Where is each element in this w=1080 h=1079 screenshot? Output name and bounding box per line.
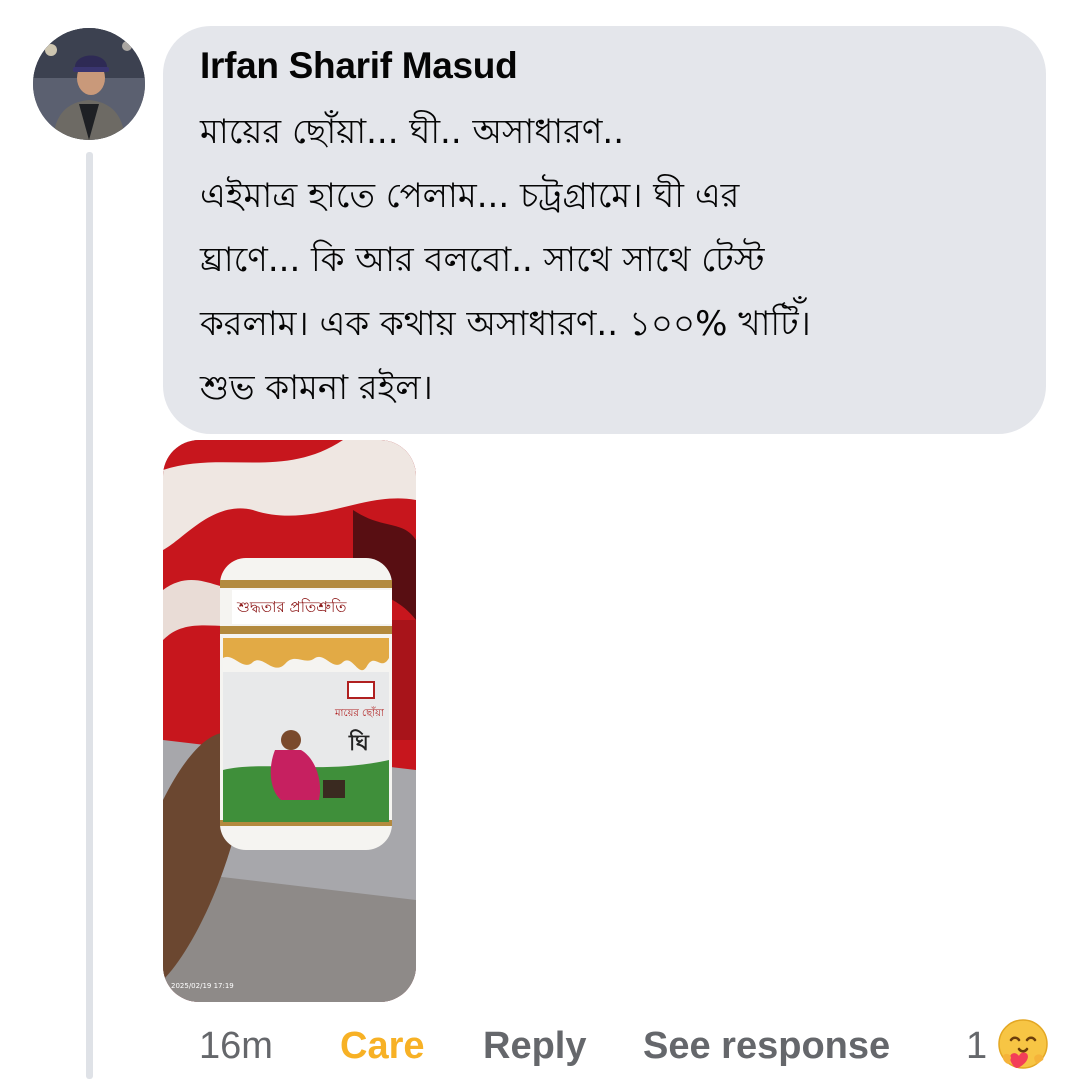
reply-button[interactable]: Reply: [483, 1022, 586, 1070]
see-response-button[interactable]: See response: [643, 1022, 890, 1070]
author-name[interactable]: Irfan Sharif Masud: [200, 44, 1018, 88]
comment-bubble: Irfan Sharif Masud মায়ের ছোঁয়া... ঘী..…: [163, 26, 1046, 434]
jar-label-text: শুদ্ধতার প্রতিশ্রুতি: [236, 598, 347, 616]
comment-time: 16m: [199, 1025, 273, 1067]
comment-line-4: করলাম। এক কথায় অসাধারণ.. ১০০% খাটিঁ।: [200, 304, 811, 344]
thread-line: [86, 152, 93, 1079]
care-reaction-button[interactable]: Care: [340, 1022, 425, 1070]
comment-line-5: শুভ কামনা রইল।: [200, 368, 433, 408]
avatar-photo: [33, 28, 145, 140]
comment-line-1: মায়ের ছোঁয়া... ঘী.. অসাধারণ..: [200, 112, 625, 152]
jar-product-text: ঘি: [348, 729, 370, 756]
attached-photo[interactable]: শুদ্ধতার প্রতিশ্রুতি মায়ের ছোঁয়া ঘি 20…: [163, 440, 416, 1002]
photo-timestamp: 2025/02/19 17:19: [171, 982, 234, 990]
ghee-jar-photo: শুদ্ধতার প্রতিশ্রুতি মায়ের ছোঁয়া ঘি 20…: [163, 440, 416, 1002]
comment-screen: Irfan Sharif Masud মায়ের ছোঁয়া... ঘী..…: [0, 0, 1080, 1079]
reaction-count[interactable]: 1: [966, 1022, 987, 1070]
jar-brand-text: মায়ের ছোঁয়া: [334, 706, 385, 719]
avatar[interactable]: [33, 28, 145, 140]
comment-line-3: ঘ্রাণে... কি আর বলবো.. সাথে সাথে টেস্ট: [200, 240, 765, 280]
comment-actions: 16m Care Reply See response 1: [0, 1016, 1080, 1076]
care-emoji-icon[interactable]: [997, 1018, 1049, 1070]
comment-line-2: এইমাত্র হাতে পেলাম... চট্রগ্রামে। ঘী এর: [200, 176, 740, 216]
